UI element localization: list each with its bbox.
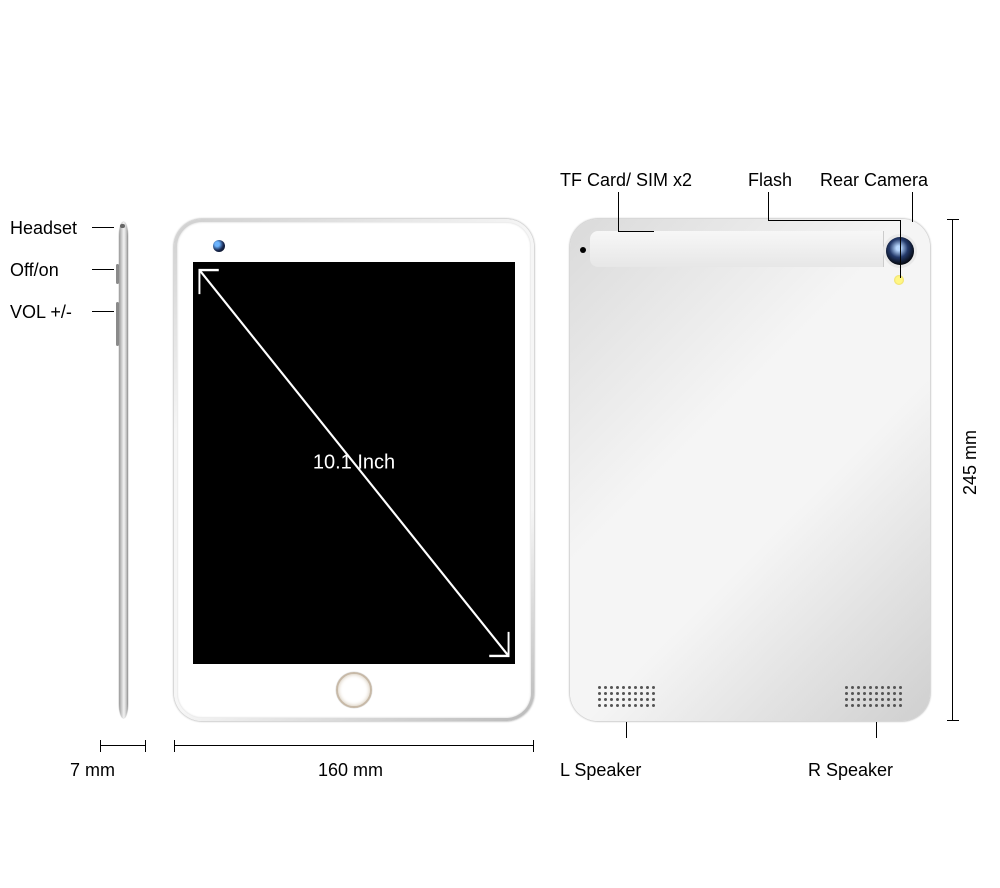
volume-rocker-icon [116, 302, 119, 346]
dim-height-bar-icon [952, 219, 953, 721]
tablet-side-view [119, 222, 128, 718]
right-speaker-icon [845, 686, 902, 707]
front-camera-icon [213, 240, 225, 252]
leader-power-icon [92, 269, 114, 270]
label-tf-sim: TF Card/ SIM x2 [560, 170, 692, 191]
home-button-icon [336, 672, 372, 708]
antenna-band-icon [590, 231, 884, 267]
dim-thickness-label: 7 mm [70, 760, 115, 781]
leader-tf-sim-icon [618, 192, 619, 232]
leader-flash-seg3-icon [900, 220, 901, 278]
dim-width-label: 160 mm [318, 760, 383, 781]
headset-jack-icon [120, 224, 125, 228]
screen-size-label: 10.1 Inch [313, 452, 395, 475]
label-volume: VOL +/- [10, 302, 72, 323]
dim-width-bar-icon [174, 745, 534, 746]
label-flash: Flash [748, 170, 792, 191]
label-power: Off/on [10, 260, 59, 281]
left-speaker-icon [598, 686, 655, 707]
tablet-back-view [570, 219, 930, 721]
leader-headset-icon [92, 227, 114, 228]
power-button-icon [116, 264, 119, 284]
tablet-front-face: 10.1 Inch [177, 222, 531, 718]
leader-l-speaker-icon [626, 722, 627, 738]
label-rear-camera: Rear Camera [820, 170, 928, 191]
label-r-speaker: R Speaker [808, 760, 893, 781]
flash-led-icon [894, 275, 904, 285]
leader-rear-camera-icon [912, 192, 913, 222]
dim-height-label: 245 mm [960, 430, 981, 495]
back-mic-icon [580, 247, 586, 253]
leader-volume-icon [92, 311, 114, 312]
tablet-screen: 10.1 Inch [193, 262, 515, 664]
leader-flash-seg1-icon [768, 192, 769, 220]
label-l-speaker: L Speaker [560, 760, 641, 781]
label-headset: Headset [10, 218, 77, 239]
dim-thickness-bar-icon [100, 745, 146, 746]
tablet-front-view: 10.1 Inch [174, 219, 534, 721]
leader-r-speaker-icon [876, 722, 877, 738]
diagram-canvas: Headset Off/on VOL +/- 10.1 Inch [0, 0, 1000, 888]
leader-flash-seg2-icon [768, 220, 900, 221]
